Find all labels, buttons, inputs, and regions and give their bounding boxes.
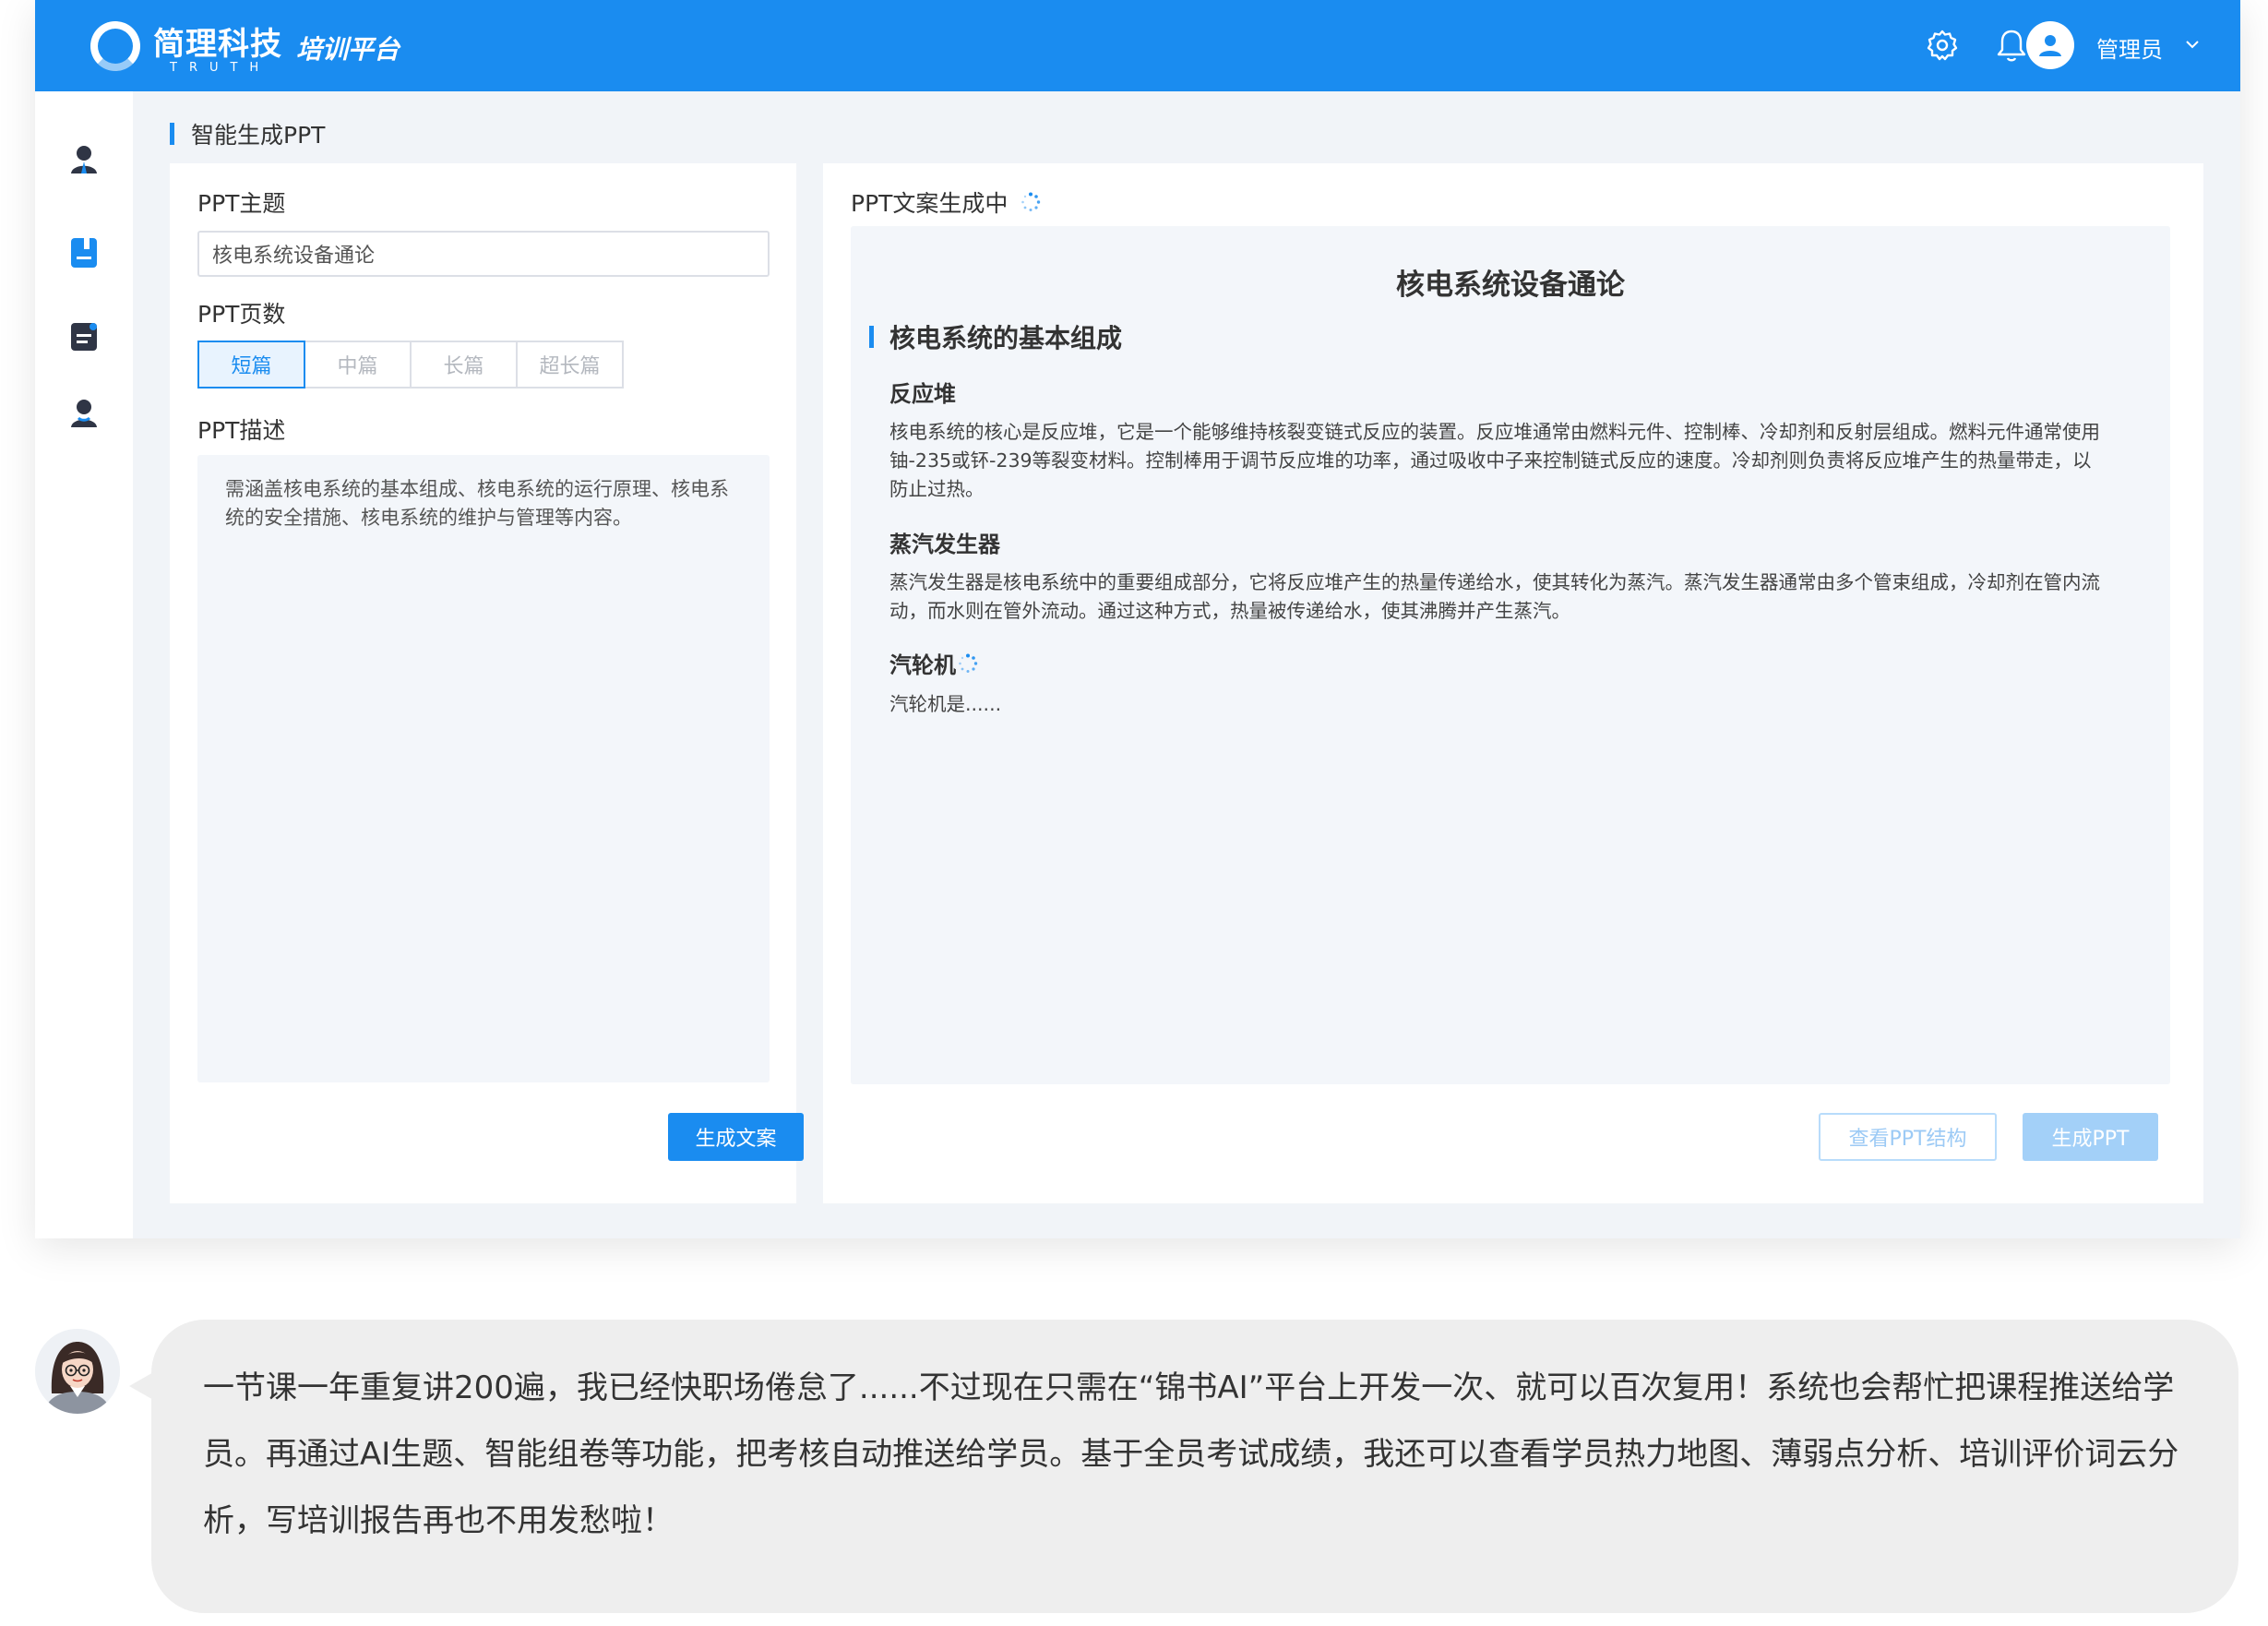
user-name[interactable]: 管理员 (2096, 31, 2163, 64)
ppt-result-panel: PPT文案生成中 核电系统设备通论 核电系统的基本组成 反应堆 核电系统的核心是… (823, 163, 2203, 1203)
view-ppt-structure-button[interactable]: 查看PPT结构 (1819, 1113, 1997, 1161)
desc-textarea[interactable]: 需涵盖核电系统的基本组成、核电系统的运行原理、核电系统的安全措施、核电系统的维护… (197, 455, 770, 1082)
document-icon[interactable] (67, 320, 101, 353)
subsection-text: 蒸汽发生器是核电系统中的重要组成部分，它将反应堆产生的热量传递给水，使其转化为蒸… (889, 571, 2100, 622)
subsection-title: 蒸汽发生器 (889, 532, 1000, 557)
status-label: PPT文案生成中 (851, 190, 1009, 217)
subsection-text: 核电系统的核心是反应堆，它是一个能够维持核裂变链式反应的装置。反应堆通常由燃料元… (889, 421, 2100, 500)
user-icon[interactable] (67, 143, 101, 176)
subsection-title-generating: 汽轮机 (889, 647, 978, 679)
pages-option-extra-long[interactable]: 超长篇 (516, 341, 624, 389)
person-avatar (35, 1329, 120, 1414)
pages-option-medium[interactable]: 中篇 (304, 341, 412, 389)
gear-icon[interactable] (1922, 24, 1963, 66)
sidebar (35, 91, 133, 1238)
logo-icon (90, 21, 140, 71)
generated-document: 核电系统设备通论 核电系统的基本组成 反应堆 核电系统的核心是反应堆，它是一个能… (851, 226, 2170, 1084)
doc-section-heading: 核电系统的基本组成 (869, 318, 1122, 355)
doc-title: 核电系统设备通论 (1396, 269, 1625, 302)
topic-input[interactable] (197, 231, 770, 277)
pages-option-long[interactable]: 长篇 (410, 341, 518, 389)
subsection-title: 汽轮机 (889, 652, 956, 678)
loading-spinner-icon (958, 653, 978, 674)
brand-sub: TRUTH (170, 61, 271, 75)
ppt-form-panel: PPT主题 PPT页数 短篇 中篇 长篇 超长篇 PPT描述 需涵盖核电系统的基… (170, 163, 804, 1203)
desc-label: PPT描述 (197, 417, 286, 444)
app-window: 简理科技 TRUTH 培训平台 管理员 智能生成PPT PPT主题 核电系统设备… (35, 0, 2240, 1238)
subsection-title: 反应堆 (889, 381, 956, 407)
chevron-down-icon[interactable] (2181, 33, 2203, 55)
subsection-text: 汽轮机是...... (889, 693, 1002, 715)
doc-section-title: 核电系统的基本组成 (889, 323, 1123, 353)
topic-label: PPT主题 (197, 190, 286, 217)
loading-spinner-icon (1021, 192, 1041, 212)
user-dark-icon[interactable] (67, 396, 101, 429)
page-title: 智能生成PPT (170, 120, 326, 149)
avatar-icon[interactable] (2026, 21, 2074, 69)
generate-ppt-button[interactable]: 生成PPT (2023, 1113, 2158, 1161)
pages-option-short[interactable]: 短篇 (197, 341, 305, 389)
pages-selector: 短篇 中篇 长篇 超长篇 (197, 341, 624, 389)
title-accent-bar (170, 123, 174, 145)
platform-name: 培训平台 (296, 34, 400, 65)
brand-name: 简理科技 (153, 26, 282, 63)
generate-copy-button[interactable]: 生成文案 (668, 1113, 804, 1161)
pages-label: PPT页数 (197, 301, 286, 328)
book-icon[interactable] (67, 236, 101, 269)
generation-status: PPT文案生成中 (851, 185, 1041, 219)
heading-accent-bar (869, 326, 874, 348)
page-title-text: 智能生成PPT (191, 122, 326, 149)
top-bar: 简理科技 TRUTH 培训平台 管理员 (35, 0, 2240, 91)
testimonial-text: 一节课一年重复讲200遍，我已经快职场倦怠了......不过现在只需在“锦书AI… (203, 1369, 2179, 1539)
